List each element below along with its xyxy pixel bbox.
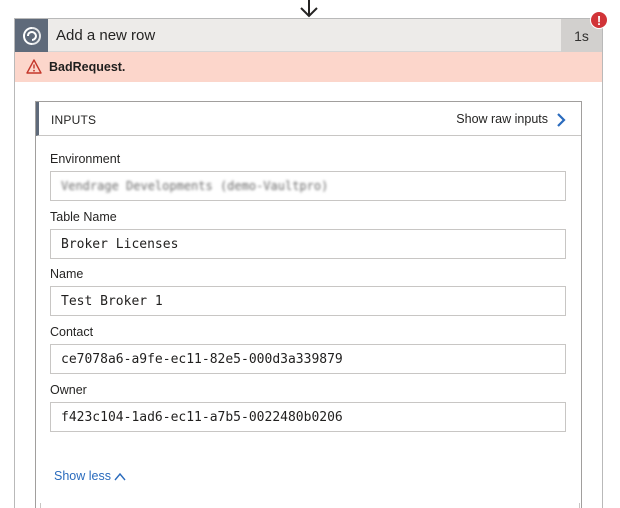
field-value-contact: ce7078a6-a9fe-ec11-82e5-000d3a339879 [50,344,566,374]
environment-value: Vendrage Developments (demo-Vaultpro) [61,179,329,193]
chevron-up-icon[interactable] [113,471,127,483]
error-banner: BadRequest. [15,52,602,82]
error-message: BadRequest. [49,60,126,74]
action-header[interactable]: Add a new row 1s [15,19,602,52]
action-card: Add a new row 1s BadRequest. INPUTS Show… [14,18,603,508]
inputs-title: INPUTS [51,113,97,127]
divider [40,503,41,508]
field-value-environment: Vendrage Developments (demo-Vaultpro) [50,171,566,201]
inputs-panel: INPUTS Show raw inputs Environment Vendr… [35,101,582,508]
divider [579,503,580,508]
field-value-table-name: Broker Licenses [50,229,566,259]
inputs-header: INPUTS Show raw inputs [36,102,581,136]
field-label-name: Name [50,267,84,281]
chevron-right-icon[interactable] [555,112,567,128]
action-title: Add a new row [56,27,156,44]
field-label-contact: Contact [50,325,94,339]
arrow-down-icon [300,0,318,18]
field-label-environment: Environment [50,152,121,166]
error-badge: ! [590,11,608,29]
field-value-owner: f423c104-1ad6-ec11-a7b5-0022480b0206 [50,402,566,432]
show-raw-inputs-link[interactable]: Show raw inputs [456,112,548,126]
warning-triangle-icon [26,59,42,74]
field-label-owner: Owner [50,383,87,397]
show-less-link[interactable]: Show less [54,469,111,483]
dataverse-icon [15,19,48,52]
field-value-name: Test Broker 1 [50,286,566,316]
field-label-table-name: Table Name [50,210,117,224]
